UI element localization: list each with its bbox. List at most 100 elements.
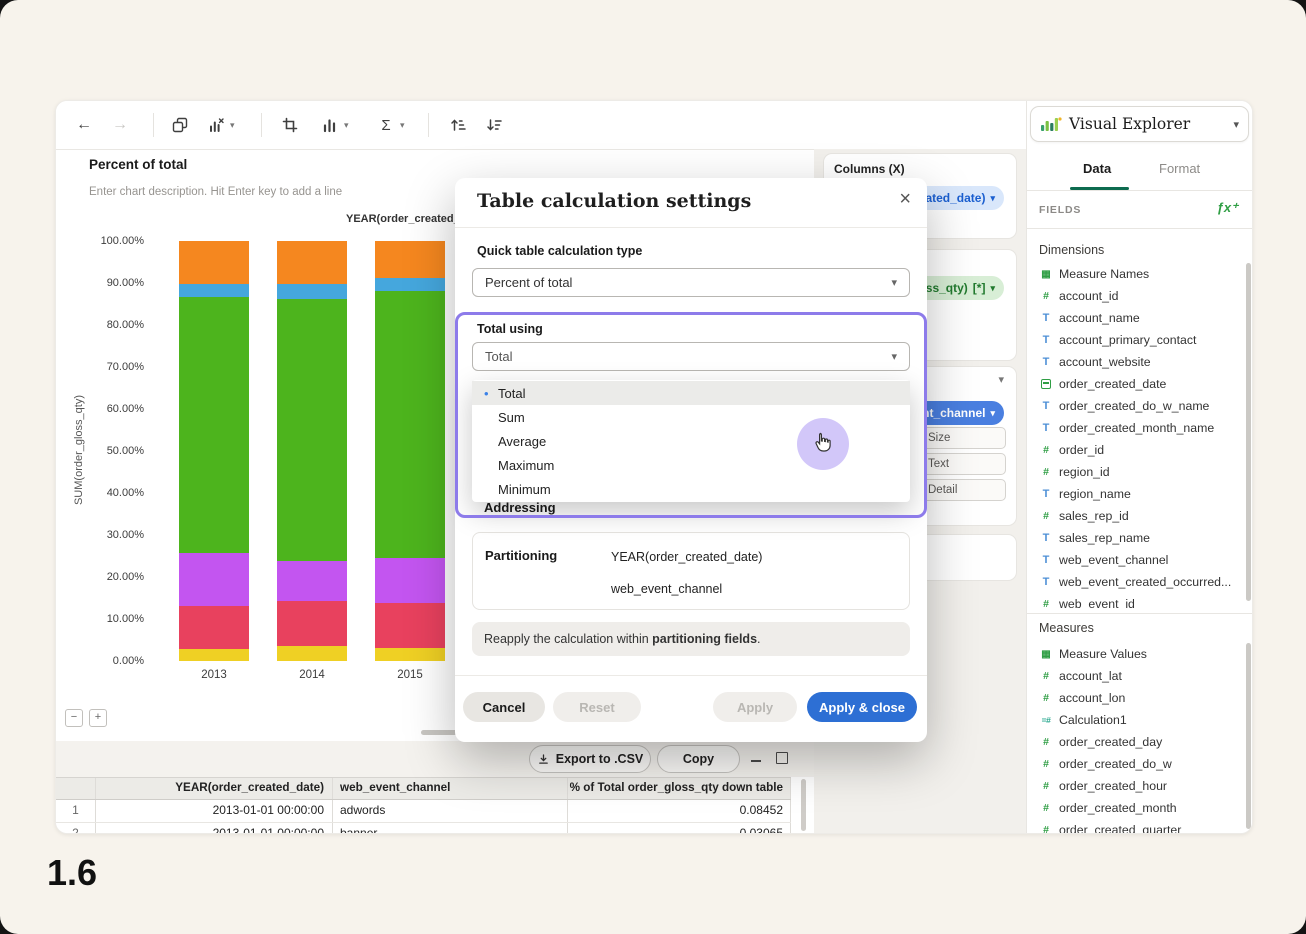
bar-segment-purple-2014[interactable] — [277, 561, 347, 601]
field-item[interactable]: =# Calculation1 — [1039, 709, 1239, 731]
bar-segment-green-2013[interactable] — [179, 297, 249, 553]
dropdown-option[interactable]: • Sum — [472, 405, 910, 429]
dropdown-option[interactable]: • Maximum — [472, 453, 910, 477]
bar-segment-green-2015[interactable] — [375, 291, 445, 558]
mark-target-button[interactable]: Detail — [918, 479, 1006, 501]
chevron-down-icon[interactable]: ▾ — [400, 120, 405, 131]
bar-segment-red-2013[interactable] — [179, 606, 249, 649]
chart-description-placeholder[interactable]: Enter chart description. Hit Enter key t… — [89, 186, 342, 198]
reset-button[interactable]: Reset — [553, 692, 641, 722]
bar-segment-blue-2015[interactable] — [375, 278, 445, 291]
table-row[interactable]: 2 2013-01-01 00:00:00 banner 0.03065 — [56, 823, 791, 833]
aggregate-sigma-icon[interactable]: Σ — [374, 113, 398, 137]
quick-calc-select[interactable]: Percent of total ▾ — [472, 268, 910, 297]
export-csv-button[interactable]: Export to .CSV — [529, 745, 651, 773]
apply-and-close-button[interactable]: Apply & close — [807, 692, 917, 722]
chevron-down-icon[interactable]: ▾ — [230, 120, 235, 131]
bar-segment-red-2014[interactable] — [277, 601, 347, 646]
field-item[interactable]: T sales_rep_name — [1039, 527, 1239, 549]
field-item[interactable]: T account_website — [1039, 351, 1239, 373]
stacked-bar-2015[interactable] — [375, 241, 445, 661]
sidebar-scrollbar[interactable] — [1246, 643, 1251, 829]
bar-segment-red-2015[interactable] — [375, 603, 445, 648]
bar-segment-orange-2013[interactable] — [179, 241, 249, 284]
field-item[interactable]: # region_id — [1039, 461, 1239, 483]
table-row[interactable]: 1 2013-01-01 00:00:00 adwords 0.08452 — [56, 800, 791, 823]
sort-ascending-icon[interactable] — [446, 113, 470, 137]
table-vertical-scrollbar[interactable] — [801, 779, 806, 831]
chevron-down-icon[interactable]: ▾ — [1233, 118, 1239, 131]
copy-button[interactable]: Copy — [657, 745, 740, 773]
mark-target-button[interactable]: Size — [918, 427, 1006, 449]
chevron-down-icon[interactable]: ▾ — [990, 193, 995, 204]
sort-descending-icon[interactable] — [482, 113, 506, 137]
cancel-button[interactable]: Cancel — [463, 692, 545, 722]
field-item[interactable]: # order_created_hour — [1039, 775, 1239, 797]
field-item[interactable]: # order_created_do_w — [1039, 753, 1239, 775]
app-switcher[interactable]: Visual Explorer ▾ — [1030, 106, 1249, 142]
field-item[interactable]: # order_created_month — [1039, 797, 1239, 819]
chevron-down-icon[interactable]: ▾ — [998, 373, 1004, 386]
back-arrow-icon[interactable]: ← — [72, 113, 96, 137]
chevron-down-icon[interactable]: ▾ — [990, 408, 995, 419]
close-icon[interactable]: × — [899, 188, 911, 211]
bar-segment-yellow-2015[interactable] — [375, 648, 445, 661]
field-item[interactable]: # account_lat — [1039, 665, 1239, 687]
field-item[interactable]: ▦ Measure Names — [1039, 263, 1239, 285]
hash-icon: # — [1039, 510, 1053, 522]
bar-segment-blue-2013[interactable] — [179, 284, 249, 297]
dropdown-option[interactable]: • Total — [472, 381, 910, 405]
column-header[interactable]: YEAR(order_created_date) — [96, 778, 333, 799]
bar-segment-yellow-2013[interactable] — [179, 649, 249, 661]
clear-visualization-icon[interactable] — [204, 113, 228, 137]
hash-icon: # — [1039, 802, 1053, 814]
field-item[interactable]: order_created_date — [1039, 373, 1239, 395]
field-item[interactable]: # account_lon — [1039, 687, 1239, 709]
field-item[interactable]: T web_event_created_occurred... — [1039, 571, 1239, 593]
tab-data[interactable]: Data — [1083, 161, 1111, 176]
collapse-table-icon[interactable] — [749, 751, 763, 765]
expand-table-icon[interactable] — [775, 751, 789, 765]
bar-segment-green-2014[interactable] — [277, 299, 347, 562]
zoom-out-button[interactable]: − — [65, 709, 83, 727]
bar-segment-purple-2015[interactable] — [375, 558, 445, 603]
chevron-down-icon[interactable]: ▾ — [344, 120, 349, 131]
field-item[interactable]: # order_created_day — [1039, 731, 1239, 753]
dropdown-option[interactable]: • Average — [472, 429, 910, 453]
mark-target-button[interactable]: Text — [918, 453, 1006, 475]
bar-segment-purple-2013[interactable] — [179, 553, 249, 606]
field-item[interactable]: T web_event_channel — [1039, 549, 1239, 571]
field-item[interactable]: T order_created_month_name — [1039, 417, 1239, 439]
column-header[interactable]: web_event_channel — [333, 778, 568, 799]
field-item[interactable]: T region_name — [1039, 483, 1239, 505]
duplicate-icon[interactable] — [168, 113, 192, 137]
stacked-bar-2013[interactable] — [179, 241, 249, 661]
field-item[interactable]: T order_created_do_w_name — [1039, 395, 1239, 417]
apply-button[interactable]: Apply — [713, 692, 797, 722]
field-item[interactable]: ▦ Measure Values — [1039, 643, 1239, 665]
field-item[interactable]: # order_created_quarter — [1039, 819, 1239, 833]
bar-segment-blue-2014[interactable] — [277, 284, 347, 299]
zoom-in-button[interactable]: + — [89, 709, 107, 727]
tab-format[interactable]: Format — [1159, 161, 1200, 176]
field-item[interactable]: # sales_rep_id — [1039, 505, 1239, 527]
crop-icon[interactable] — [278, 113, 302, 137]
field-item[interactable]: # order_id — [1039, 439, 1239, 461]
chart-type-icon[interactable] — [318, 113, 342, 137]
field-item[interactable]: # web_event_id — [1039, 593, 1239, 609]
chevron-down-icon[interactable]: ▾ — [990, 283, 995, 294]
field-item[interactable]: T account_primary_contact — [1039, 329, 1239, 351]
field-item[interactable]: T account_name — [1039, 307, 1239, 329]
horizontal-scrollbar[interactable] — [421, 730, 457, 735]
sidebar-scrollbar[interactable] — [1246, 263, 1251, 601]
bar-segment-orange-2015[interactable] — [375, 241, 445, 278]
column-header[interactable]: % of Total order_gloss_qty down table — [568, 778, 791, 799]
bar-segment-yellow-2014[interactable] — [277, 646, 347, 661]
field-item[interactable]: # account_id — [1039, 285, 1239, 307]
bar-segment-orange-2014[interactable] — [277, 241, 347, 284]
forward-arrow-icon[interactable]: → — [108, 113, 132, 137]
dropdown-option[interactable]: • Minimum — [472, 477, 910, 501]
add-formula-icon[interactable]: ƒx⁺ — [1217, 200, 1238, 216]
stacked-bar-2014[interactable] — [277, 241, 347, 661]
total-using-select[interactable]: Total ▾ — [472, 342, 910, 371]
